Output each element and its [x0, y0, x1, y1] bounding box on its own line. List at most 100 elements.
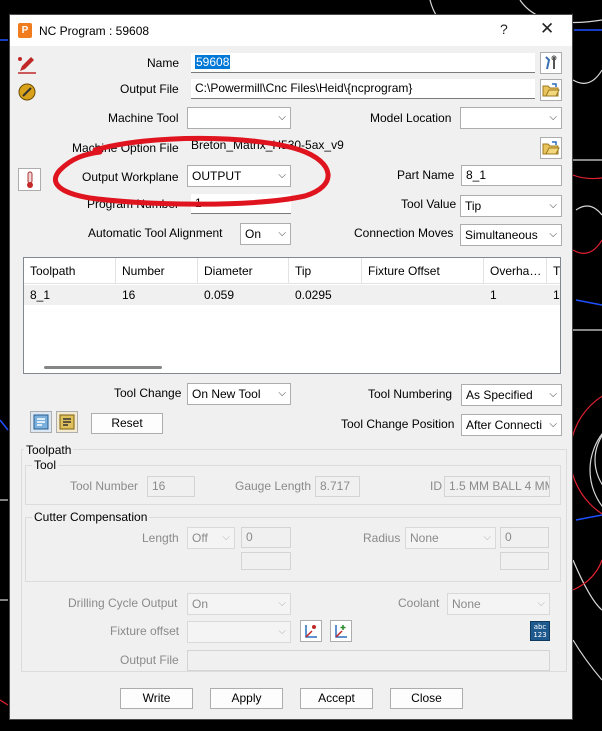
toolpath-table[interactable]: Toolpath Number Diameter Tip Fixture Off…: [23, 257, 561, 374]
output-file-input[interactable]: C:\Powermill\Cnc Files\Heid\{ncprogram}: [191, 79, 535, 99]
chevron-down-icon: ⌵: [278, 112, 286, 123]
gauge-length-input: 8.717: [315, 476, 360, 497]
column-header-overhang[interactable]: Overha…: [484, 258, 547, 284]
connection-moves-value: Simultaneous: [465, 228, 538, 242]
close-button[interactable]: Close: [390, 688, 463, 709]
fixture-offset-label: Fixture offset: [110, 624, 180, 638]
gauge-length-label: Gauge Length: [235, 479, 312, 493]
machine-option-input[interactable]: Breton_Matrix_H530-5ax_v9: [187, 136, 535, 157]
column-header-fixture-offset[interactable]: Fixture Offset: [362, 258, 484, 284]
length-number-input: 0: [241, 527, 291, 548]
compass-icon[interactable]: [16, 81, 38, 103]
coolant-value: None: [452, 597, 481, 611]
drilling-cycle-select: On ⌵: [187, 593, 291, 615]
output-file-label: Output File: [120, 82, 179, 96]
axis-transform-icon[interactable]: [300, 620, 322, 642]
output-workplane-label: Output Workplane: [82, 170, 179, 184]
connection-moves-label: Connection Moves: [354, 226, 454, 240]
coolant-select: None ⌵: [447, 593, 550, 615]
auto-tool-alignment-value: On: [245, 227, 262, 241]
column-header-toolpath[interactable]: Toolpath: [24, 258, 116, 284]
output-workplane-select[interactable]: OUTPUT ⌵: [187, 165, 291, 187]
toolpath-output-file-label: Output File: [120, 653, 179, 667]
open-folder-icon[interactable]: [540, 137, 562, 159]
chevron-down-icon: ⌵: [549, 419, 557, 430]
tool-value-value: Tip: [465, 199, 482, 213]
chevron-down-icon: ⌵: [549, 229, 557, 240]
cutter-compensation-title: Cutter Compensation: [32, 510, 150, 524]
machine-tool-select[interactable]: ⌵: [187, 107, 291, 129]
machine-option-label: Machine Option File: [72, 141, 179, 155]
powermill-app-icon: P: [18, 23, 32, 38]
abc-123-icon[interactable]: abc 123: [530, 621, 550, 641]
write-button[interactable]: Write: [120, 688, 193, 709]
radius-extra-input: [500, 552, 549, 570]
tool-number-label: Tool Number: [70, 479, 139, 493]
tool-change-position-value: After Connecti: [466, 418, 543, 432]
tools-icon[interactable]: [540, 52, 562, 74]
drilling-cycle-label: Drilling Cycle Output: [68, 596, 178, 610]
table-row[interactable]: 8_1 16 0.059 0.0295 1 1: [24, 285, 560, 305]
fixture-offset-select: ⌵: [187, 621, 291, 643]
toolpath-output-file-input: [187, 650, 550, 671]
pencil-edit-icon[interactable]: [16, 53, 38, 75]
reset-button[interactable]: Reset: [91, 413, 163, 434]
table-header: Toolpath Number Diameter Tip Fixture Off…: [24, 258, 560, 284]
column-header-t[interactable]: T: [547, 258, 560, 284]
name-label: Name: [147, 56, 180, 70]
tool-numbering-select[interactable]: As Specified ⌵: [461, 384, 562, 406]
thermometer-icon[interactable]: [18, 168, 41, 191]
connection-moves-select[interactable]: Simultaneous ⌵: [460, 224, 562, 246]
tool-change-label: Tool Change: [114, 386, 182, 400]
tool-change-position-label: Tool Change Position: [341, 417, 455, 431]
id-input: 1.5 MM BALL 4 MM: [444, 476, 550, 497]
chevron-down-icon: ⌵: [549, 112, 557, 123]
table-cell: 0.059: [204, 288, 235, 302]
chevron-down-icon: ⌵: [278, 626, 286, 637]
chevron-down-icon: ⌵: [549, 200, 557, 211]
tool-numbering-label: Tool Numbering: [368, 387, 453, 401]
length-select-value: Off: [192, 531, 208, 545]
program-number-input[interactable]: 1: [191, 194, 291, 214]
close-window-button[interactable]: ✕: [540, 19, 554, 39]
tool-sequence-icon[interactable]: [30, 411, 52, 433]
tool-value-label: Tool Value: [401, 197, 457, 211]
length-select: Off ⌵: [187, 527, 235, 549]
chevron-down-icon: ⌵: [549, 389, 557, 400]
help-button[interactable]: ?: [500, 21, 508, 37]
open-folder-icon[interactable]: [540, 79, 562, 101]
radius-select-value: None: [410, 531, 439, 545]
column-header-number[interactable]: Number: [116, 258, 198, 284]
tool-list-icon[interactable]: [56, 411, 78, 433]
toolpath-group-title: Toolpath: [24, 443, 74, 457]
chevron-down-icon: ⌵: [222, 532, 230, 543]
apply-button[interactable]: Apply: [210, 688, 283, 709]
radius-select: None ⌵: [405, 527, 496, 549]
tool-value-select[interactable]: Tip ⌵: [460, 195, 562, 217]
name-input-value: 59608: [195, 55, 231, 69]
chevron-down-icon: ⌵: [278, 598, 286, 609]
horizontal-scrollbar[interactable]: [44, 366, 162, 369]
auto-tool-alignment-label: Automatic Tool Alignment: [88, 226, 223, 240]
tool-change-value: On New Tool: [192, 387, 261, 401]
coolant-label: Coolant: [398, 596, 440, 610]
chevron-down-icon: ⌵: [537, 598, 545, 609]
column-header-tip[interactable]: Tip: [289, 258, 362, 284]
tool-change-position-select[interactable]: After Connecti ⌵: [461, 414, 562, 436]
name-input[interactable]: 59608: [191, 53, 535, 73]
tool-change-select[interactable]: On New Tool ⌵: [187, 383, 291, 405]
axis-add-icon[interactable]: [330, 620, 352, 642]
table-cell: 1: [490, 288, 497, 302]
part-name-input[interactable]: 8_1: [461, 165, 562, 186]
chevron-down-icon: ⌵: [483, 532, 491, 543]
column-header-diameter[interactable]: Diameter: [198, 258, 289, 284]
output-workplane-value: OUTPUT: [192, 169, 242, 183]
chevron-down-icon: ⌵: [278, 388, 286, 399]
drilling-cycle-value: On: [192, 597, 209, 611]
radius-label: Radius: [363, 531, 401, 545]
auto-tool-alignment-select[interactable]: On ⌵: [240, 223, 291, 245]
accept-button[interactable]: Accept: [300, 688, 373, 709]
model-location-select[interactable]: ⌵: [460, 107, 562, 129]
tool-group-title: Tool: [32, 458, 59, 472]
nc-program-dialog: P NC Program : 59608 ? ✕ Name 59608 Outp…: [9, 14, 573, 720]
